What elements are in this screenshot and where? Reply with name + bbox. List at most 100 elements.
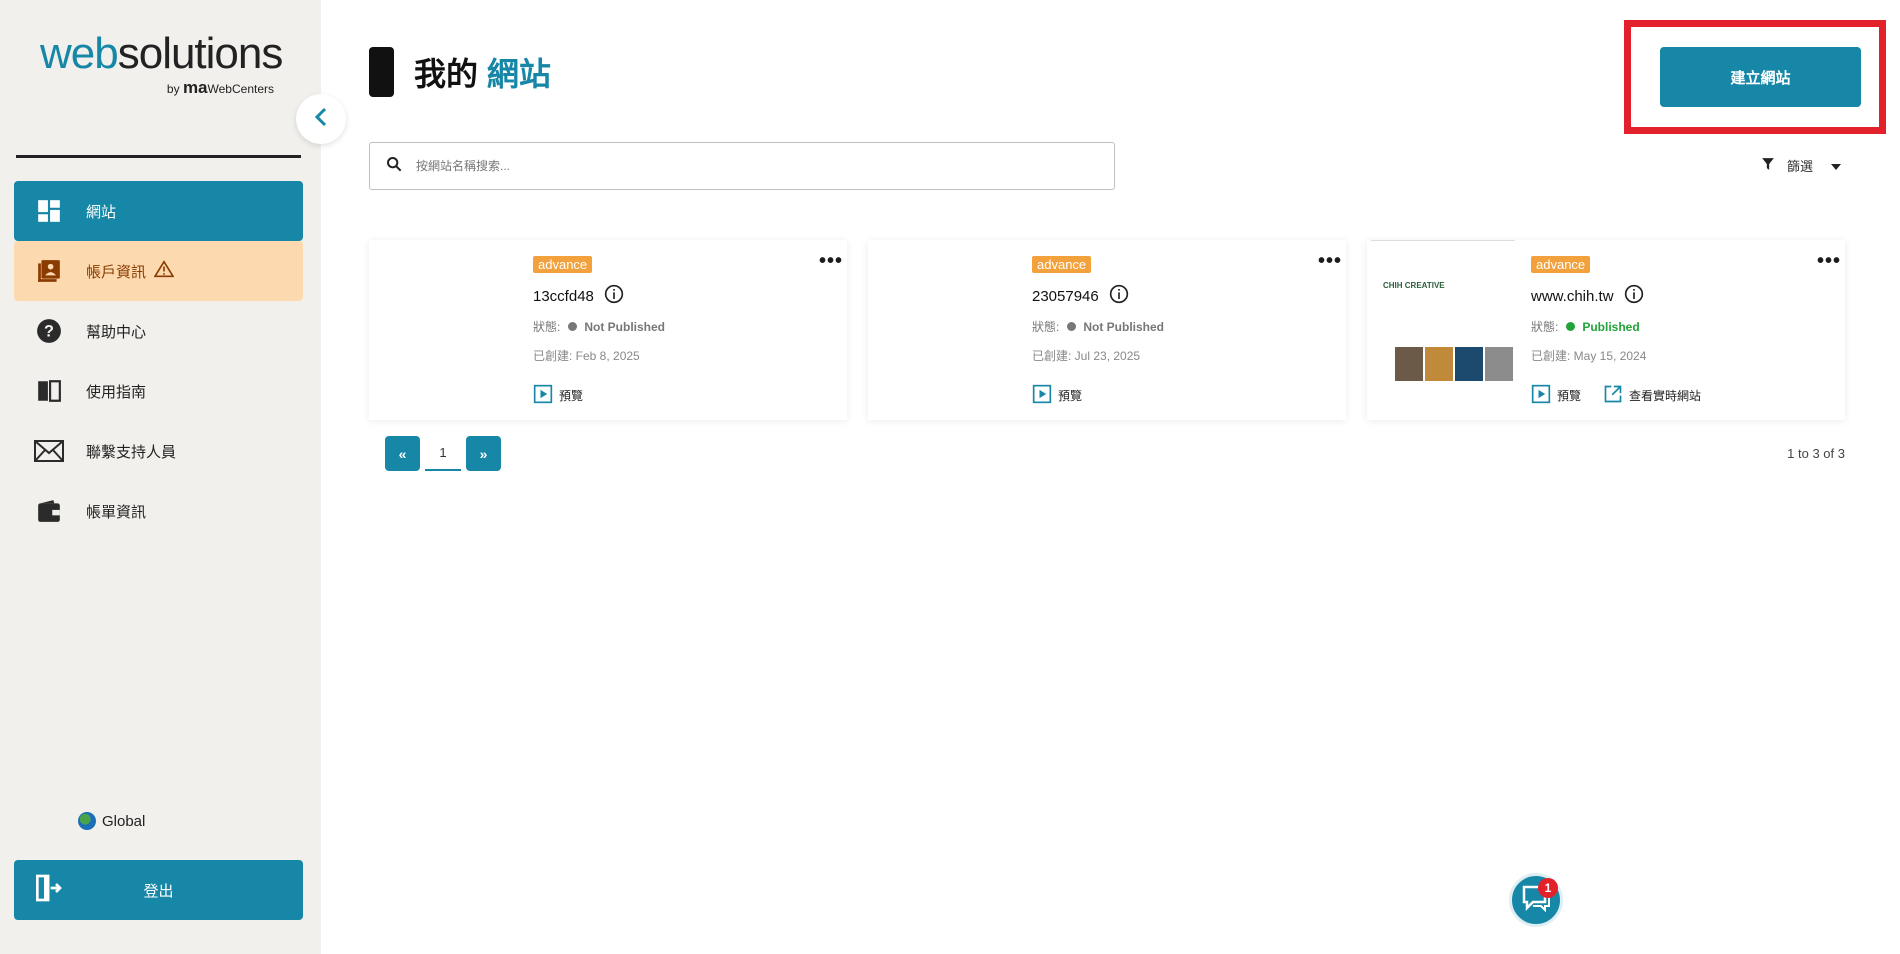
thumbnail-preview: CHIH CREATIVE (1371, 240, 1515, 420)
filter-icon (1761, 157, 1775, 174)
status-value: Not Published (584, 319, 666, 334)
preview-label: 預覽 (559, 389, 584, 403)
sidebar-item-label: 聯繫支持人員 (86, 443, 177, 461)
status-row: 狀態: Published (1531, 318, 1829, 335)
view-live-site-link[interactable]: 查看實時網站 (1603, 384, 1701, 407)
dashboard-icon (34, 196, 64, 226)
site-thumbnail[interactable] (868, 240, 1016, 420)
external-link-icon (1603, 384, 1623, 407)
help-circle-icon: ? (34, 316, 64, 346)
pagination: « 1 » (385, 436, 501, 471)
thumbnail-title: CHIH CREATIVE (1383, 281, 1445, 290)
search-box (369, 142, 1115, 190)
sidebar-item-billing[interactable]: 帳單資訊 (14, 481, 303, 541)
logo-ma: ma (182, 78, 208, 97)
search-icon (386, 156, 402, 177)
globe-icon (78, 812, 96, 830)
info-icon[interactable] (1624, 284, 1644, 308)
sidebar: websolutions by maWebCenters 網站 帳戶資訊 ? 幫… (0, 0, 321, 954)
chat-notification-badge: 1 (1538, 878, 1558, 898)
websolutions-logo[interactable]: websolutions by maWebCenters (40, 29, 284, 100)
warning-icon (153, 260, 175, 282)
title-prefix: 我的 (414, 56, 479, 92)
collapse-sidebar-button[interactable] (296, 94, 346, 144)
status-label: 狀態: (1531, 320, 1559, 334)
status-row: 狀態: Not Published (1032, 318, 1330, 335)
site-card[interactable]: ••• advance 13ccfd48 狀態: Not Published 已… (369, 240, 847, 420)
site-thumbnail[interactable] (369, 240, 517, 420)
play-icon (1032, 384, 1052, 407)
status-label: 狀態: (533, 320, 561, 334)
site-card[interactable]: CHIH CREATIVE ••• advance www.chih.tw 狀態… (1367, 240, 1845, 420)
status-value: Not Published (1083, 319, 1165, 334)
plan-badge: advance (1032, 256, 1092, 273)
logout-icon (32, 872, 64, 908)
logo-web: web (40, 29, 119, 78)
view-live-label: 查看實時網站 (1629, 389, 1702, 403)
logo-byline: by maWebCenters (167, 78, 274, 98)
status-label: 狀態: (1032, 320, 1060, 334)
page-title-row: 我的 網站 (369, 47, 551, 97)
preview-link[interactable]: 預覽 (1531, 384, 1581, 407)
logout-button[interactable]: 登出 (14, 860, 303, 920)
thumbnail-photo (1425, 347, 1453, 381)
chevron-left-icon (313, 107, 329, 132)
sidebar-item-websites[interactable]: 網站 (14, 181, 303, 241)
thumbnail-photo (1485, 347, 1513, 381)
site-card[interactable]: ••• advance 23057946 狀態: Not Published 已… (868, 240, 1346, 420)
site-name-row: www.chih.tw (1531, 284, 1829, 308)
sidebar-item-label: 帳單資訊 (86, 503, 147, 521)
thumbnail-photo (1395, 347, 1423, 381)
site-name-row: 13ccfd48 (533, 284, 831, 308)
title-highlight: 網站 (486, 56, 551, 92)
preview-label: 預覽 (1557, 389, 1582, 403)
filter-label: 篩選 (1787, 159, 1814, 174)
site-thumbnail[interactable]: CHIH CREATIVE (1367, 240, 1515, 420)
sidebar-item-help-center[interactable]: ? 幫助中心 (14, 301, 303, 361)
sidebar-divider (16, 155, 301, 158)
sidebar-item-account[interactable]: 帳戶資訊 (14, 241, 303, 301)
next-page-button[interactable]: » (466, 436, 501, 471)
status-row: 狀態: Not Published (533, 318, 831, 335)
site-name: www.chih.tw (1531, 287, 1614, 305)
status-dot (1067, 322, 1077, 331)
sidebar-item-label: 帳戶資訊 (86, 263, 147, 281)
account-card-icon (34, 256, 64, 286)
main-content: 我的 網站 建立網站 篩選 ••• advance 13ccfd48 (321, 0, 1900, 954)
filter-dropdown[interactable]: 篩選 (1761, 156, 1842, 175)
preview-link[interactable]: 預覽 (1032, 384, 1082, 407)
preview-label: 預覽 (1058, 389, 1083, 403)
preview-link[interactable]: 預覽 (533, 384, 583, 407)
svg-text:?: ? (44, 322, 54, 340)
card-actions: 預覽 (533, 384, 831, 407)
card-actions: 預覽 (1032, 384, 1330, 407)
sidebar-nav: 網站 帳戶資訊 ? 幫助中心 使用指南 聯繫支持人員 帳單資訊 (14, 181, 303, 541)
book-icon (34, 376, 64, 406)
results-range: 1 to 3 of 3 (1787, 446, 1845, 461)
plan-badge: advance (533, 256, 593, 273)
region-label: Global (102, 812, 146, 830)
prev-page-button[interactable]: « (385, 436, 420, 471)
logo-solutions: solutions (117, 29, 284, 78)
logo-webcenters: WebCenters (207, 82, 274, 96)
title-accent-bar (369, 47, 394, 97)
mail-icon (34, 436, 64, 466)
info-icon[interactable] (604, 284, 624, 308)
sidebar-item-label: 使用指南 (86, 383, 147, 401)
region-selector[interactable]: Global (78, 812, 145, 830)
status-dot (568, 322, 578, 331)
logo-by: by (166, 82, 180, 96)
sidebar-item-contact-support[interactable]: 聯繫支持人員 (14, 421, 303, 481)
created-date: 已創建: Feb 8, 2025 (533, 349, 640, 363)
search-input[interactable] (416, 159, 1076, 173)
info-icon[interactable] (1109, 284, 1129, 308)
caret-down-icon (1831, 158, 1842, 173)
site-name: 23057946 (1032, 287, 1099, 305)
status-value: Published (1582, 319, 1640, 334)
play-icon (1531, 384, 1551, 407)
sidebar-item-user-guide[interactable]: 使用指南 (14, 361, 303, 421)
create-website-button[interactable]: 建立網站 (1660, 47, 1861, 107)
page-number[interactable]: 1 (425, 436, 461, 471)
site-name: 13ccfd48 (533, 287, 594, 305)
sidebar-item-label: 幫助中心 (86, 323, 147, 341)
